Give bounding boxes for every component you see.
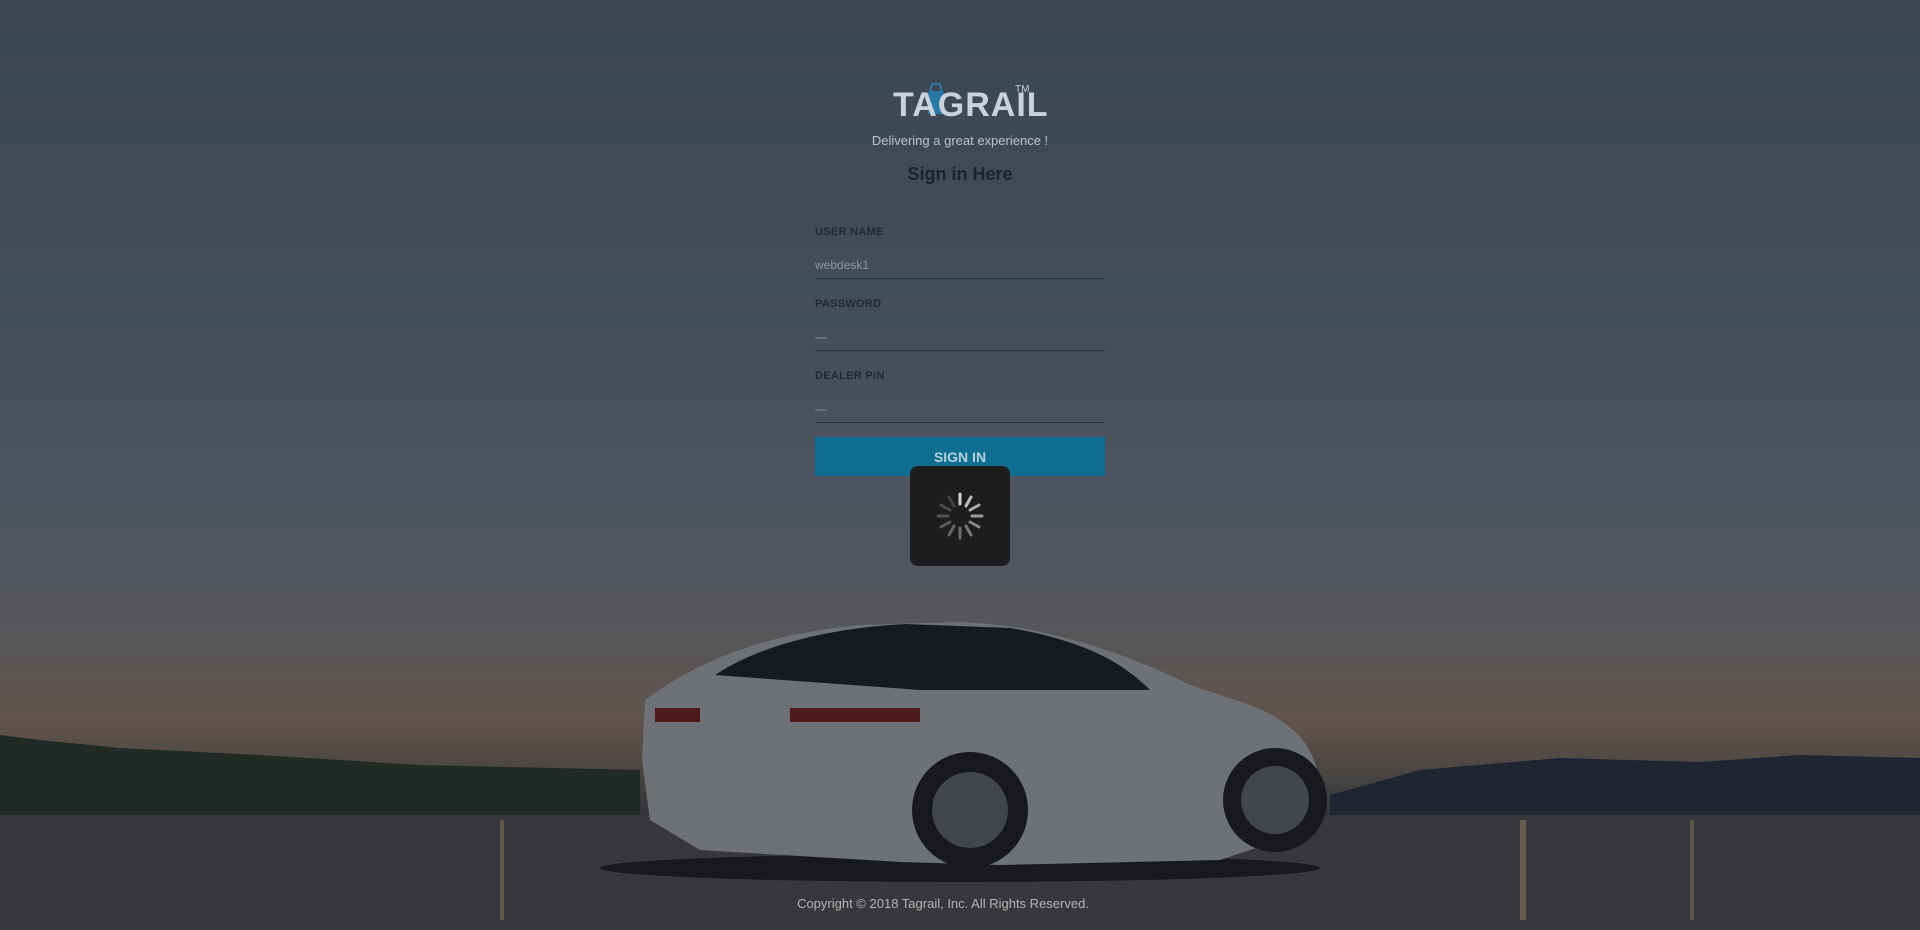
username-label: USER NAME xyxy=(815,226,884,238)
loading-overlay xyxy=(910,466,1010,566)
username-input[interactable] xyxy=(815,252,1105,279)
login-panel: TAGRAIL TM Delivering a great experience… xyxy=(0,0,1920,930)
copyright-text: Copyright © 2018 Tagrail, Inc. All Right… xyxy=(797,896,1089,911)
tagline: Delivering a great experience ! xyxy=(871,133,1049,148)
signin-title: Sign in Here xyxy=(907,164,1013,184)
trademark-mark: TM xyxy=(1015,84,1030,95)
password-input[interactable] xyxy=(815,324,1105,351)
dealer-pin-input[interactable] xyxy=(815,396,1105,423)
spinner-icon xyxy=(936,492,984,540)
password-label: PASSWORD xyxy=(815,298,882,310)
dealer-pin-label: DEALER PIN xyxy=(815,370,885,382)
